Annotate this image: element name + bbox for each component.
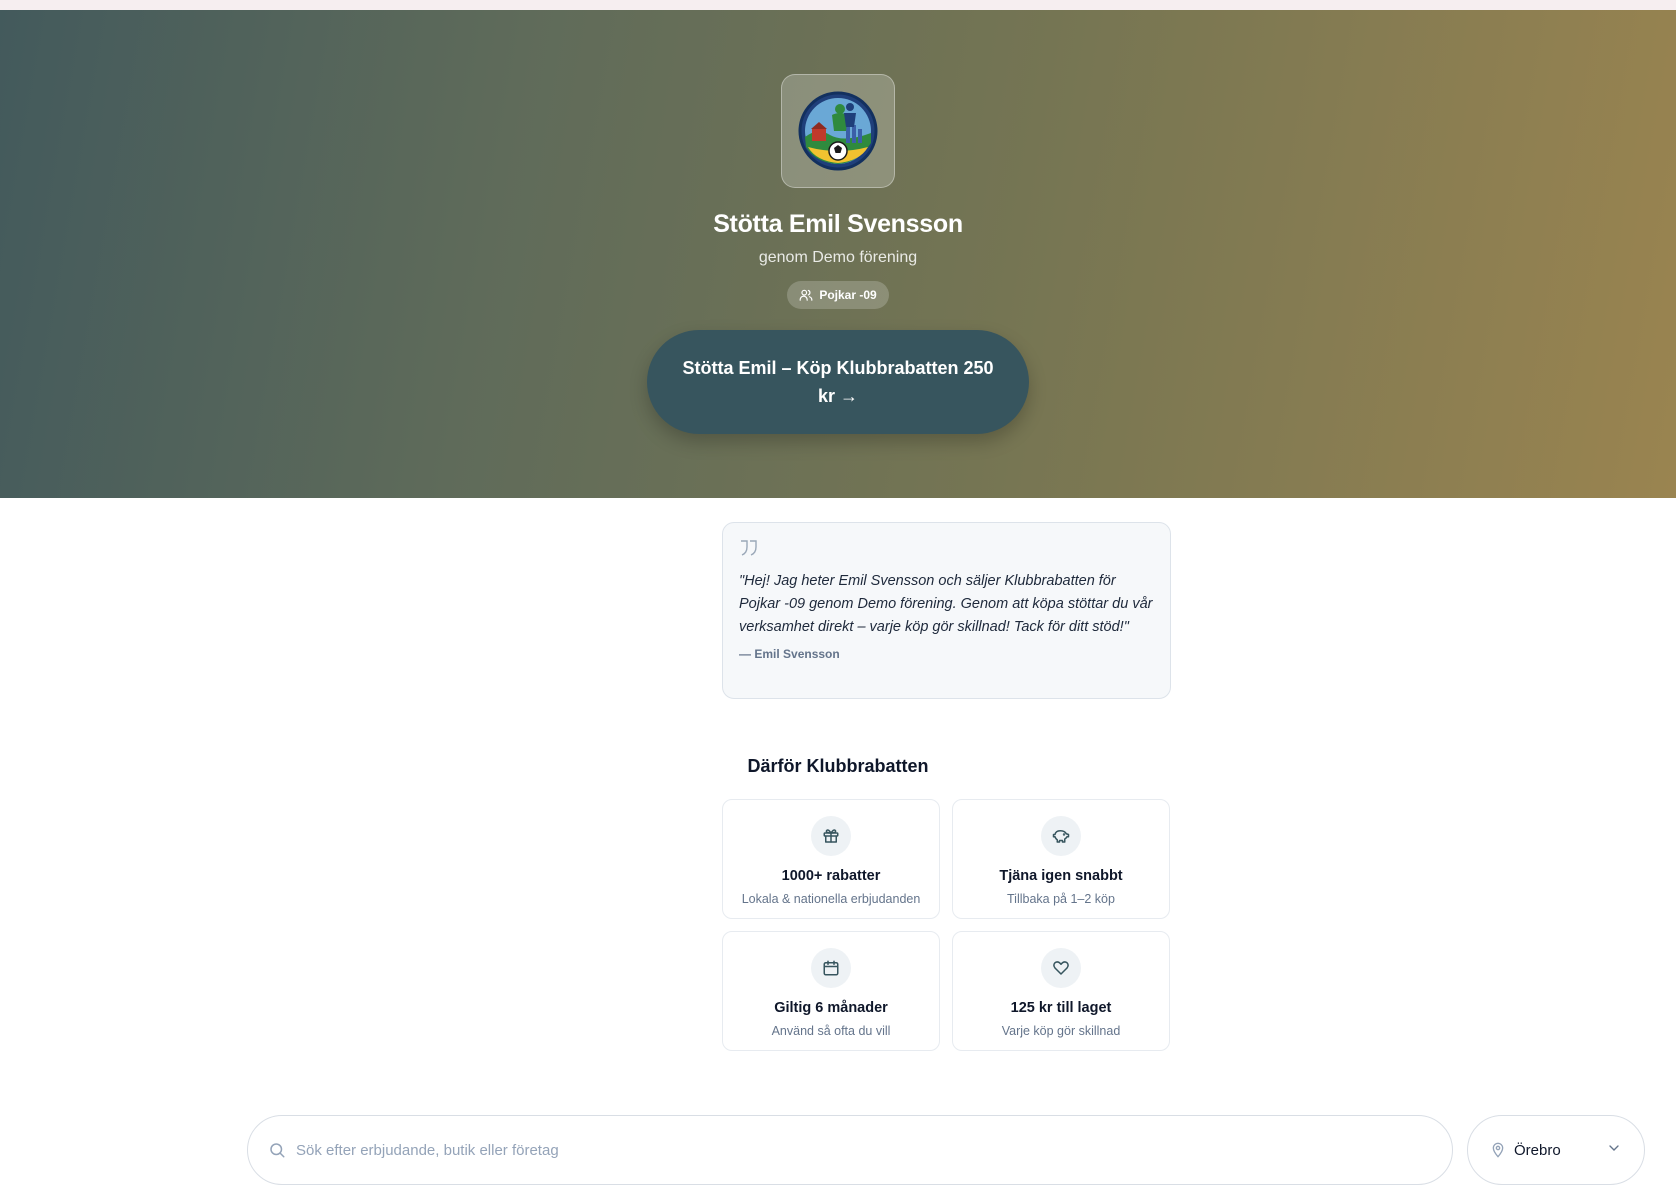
heart-icon	[1053, 961, 1069, 975]
feature-card-validity: Giltig 6 månader Använd så ofta du vill	[722, 931, 940, 1051]
search-input[interactable]	[296, 1141, 1196, 1159]
chevron-down-icon	[1609, 1145, 1619, 1151]
gift-icon	[823, 829, 839, 843]
location-value: Örebro	[1514, 1141, 1561, 1159]
users-icon	[799, 289, 813, 301]
page-subtitle: genom Demo förening	[758, 249, 918, 266]
hero-section: Stötta Emil Svensson genom Demo förening…	[0, 10, 1676, 498]
quote-author: — Emil Svensson	[739, 647, 840, 661]
feature-card-team-support: 125 kr till laget Varje köp gör skillnad	[952, 931, 1170, 1051]
piggy-bank-icon	[1052, 830, 1070, 843]
club-logo-emblem-icon	[798, 91, 878, 171]
club-logo	[781, 74, 895, 188]
page-title: Stötta Emil Svensson	[713, 210, 963, 238]
team-badge-label: Pojkar -09	[819, 288, 877, 302]
buy-klubbrabatten-button[interactable]: Stötta Emil – Köp Klubbrabatten 250 kr →	[647, 330, 1029, 434]
feature-title: Giltig 6 månader	[774, 1000, 888, 1016]
seller-quote-card: "Hej! Jag heter Emil Svensson och säljer…	[722, 522, 1171, 699]
feature-title: Tjäna igen snabbt	[999, 868, 1123, 884]
quote-text: "Hej! Jag heter Emil Svensson och säljer…	[739, 573, 1153, 635]
features-title: Därför Klubbrabatten	[747, 756, 929, 776]
feature-card-payback: Tjäna igen snabbt Tillbaka på 1–2 köp	[952, 799, 1170, 919]
team-badge: Pojkar -09	[787, 281, 889, 309]
feature-subtitle: Varje köp gör skillnad	[1001, 1024, 1121, 1038]
search-icon	[270, 1143, 285, 1158]
location-select[interactable]: Örebro	[1467, 1115, 1645, 1185]
feature-subtitle: Använd så ofta du vill	[771, 1024, 891, 1038]
top-strip	[0, 0, 1676, 10]
feature-title: 1000+ rabatter	[781, 868, 881, 884]
feature-subtitle: Tillbaka på 1–2 köp	[1007, 892, 1115, 906]
search-bar	[247, 1115, 1453, 1185]
feature-subtitle: Lokala & nationella erbjudanden	[741, 892, 921, 906]
feature-title: 125 kr till laget	[1010, 1000, 1112, 1016]
calendar-icon	[823, 960, 839, 976]
feature-card-discounts: 1000+ rabatter Lokala & nationella erbju…	[722, 799, 940, 919]
features-grid: 1000+ rabatter Lokala & nationella erbju…	[722, 799, 1171, 1051]
map-pin-icon	[1492, 1142, 1504, 1158]
quote-icon	[741, 540, 757, 556]
